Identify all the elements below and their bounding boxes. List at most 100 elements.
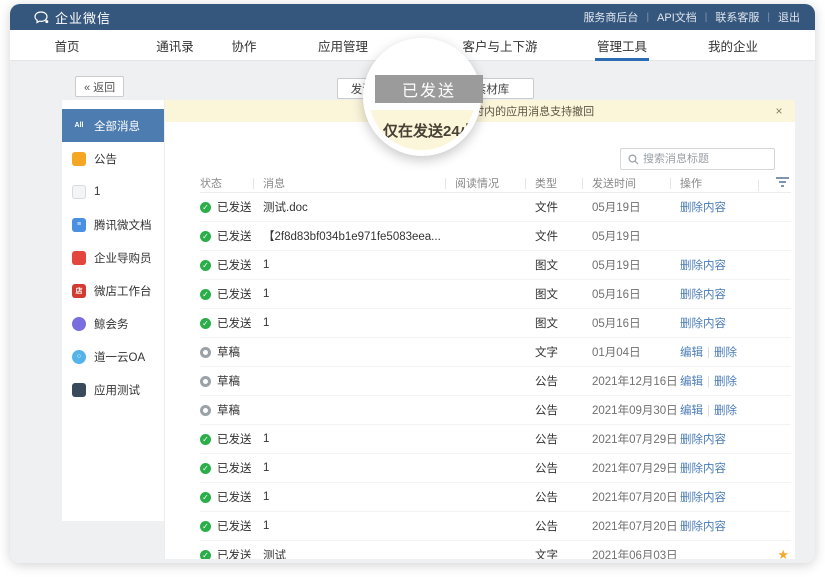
action-delete[interactable]: 删除 (714, 347, 737, 359)
cell-send-time: 01月04日 (592, 344, 680, 360)
cell-status: 已发送 (200, 460, 263, 476)
action-edit[interactable]: 编辑 (680, 405, 703, 417)
cell-send-time: 2021年06月03日 (592, 547, 680, 559)
star-icon[interactable]: ★ (777, 547, 789, 559)
cell-type: 文件 (535, 228, 592, 244)
action-delete-content[interactable]: 删除内容 (680, 434, 726, 446)
cell-send-time: 2021年07月20日 (592, 489, 680, 505)
contact-support-link[interactable]: 联系客服 (715, 9, 759, 25)
col-send-time: 发送时间 (592, 175, 680, 191)
brand-logo[interactable]: 企业微信 (34, 8, 111, 27)
tab-admin-tools[interactable]: 管理工具 (597, 30, 647, 61)
cell-type: 图文 (535, 257, 592, 273)
sent-check-icon (200, 231, 211, 242)
topbar: 企业微信 服务商后台|API文档|联系客服|退出 (10, 4, 815, 30)
action-delete-content[interactable]: 删除内容 (680, 463, 726, 475)
search-input[interactable] (643, 153, 774, 165)
filter-icon[interactable] (776, 177, 789, 190)
app-1-icon (72, 185, 86, 199)
cell-message: 1 (263, 259, 455, 271)
cell-actions: 删除内容 (680, 199, 768, 215)
cell-status: 已发送 (200, 286, 263, 302)
cell-status: 草稿 (200, 402, 263, 418)
cell-send-time: 2021年07月29日 (592, 460, 680, 476)
action-edit[interactable]: 编辑 (680, 347, 703, 359)
sidebar-item-app-test[interactable]: 应用测试 (62, 373, 164, 406)
action-delete-content[interactable]: 删除内容 (680, 318, 726, 330)
action-delete-content[interactable]: 删除内容 (680, 521, 726, 533)
weidian-icon: 店 (72, 284, 86, 298)
cell-send-time: 05月16日 (592, 286, 680, 302)
cell-type: 公告 (535, 489, 592, 505)
sent-check-icon (200, 463, 211, 474)
close-icon[interactable]: × (769, 104, 789, 118)
tab-collaboration[interactable]: 协作 (231, 30, 256, 61)
logout-link[interactable]: 退出 (778, 9, 800, 25)
provider-console-link[interactable]: 服务商后台 (583, 9, 638, 25)
action-delete-content[interactable]: 删除内容 (680, 260, 726, 272)
action-delete-content[interactable]: 删除内容 (680, 202, 726, 214)
action-delete-content[interactable]: 删除内容 (680, 289, 726, 301)
separator: | (707, 376, 710, 388)
cell-message: 测试 (263, 547, 455, 559)
sidebar-item-shopping-guide[interactable]: 企业导购员 (62, 241, 164, 274)
table-body: 已发送 测试.doc 文件 05月19日 删除内容 已发送 【2f8d83bf0… (200, 193, 791, 559)
cell-message: 测试.doc (263, 199, 455, 215)
table-row: 已发送 1 公告 2021年07月20日 删除内容 (200, 512, 791, 541)
cell-message: 1 (263, 520, 455, 532)
cell-message: 1 (263, 433, 455, 445)
sent-check-icon (200, 202, 211, 213)
col-type: 类型 (535, 175, 592, 191)
cell-extra: ★ (768, 547, 791, 559)
table-row: 已发送 1 图文 05月16日 删除内容 (200, 280, 791, 309)
table-row: 已发送 1 公告 2021年07月29日 删除内容 (200, 454, 791, 483)
cell-type: 公告 (535, 373, 592, 389)
main-card: All 全部消息 公告 1 ≡ 腾讯微文档 企业导购员 店 微店工作台 鲸会务 … (62, 100, 795, 559)
cell-status: 草稿 (200, 344, 263, 360)
cell-type: 公告 (535, 402, 592, 418)
sidebar-item-announcement[interactable]: 公告 (62, 142, 164, 175)
sidebar-item-tencent-docs[interactable]: ≡ 腾讯微文档 (62, 208, 164, 241)
cell-type: 文件 (535, 199, 592, 215)
separator: | (646, 12, 649, 23)
magnified-sent-button[interactable]: 已发送 (375, 75, 483, 103)
cell-status: 已发送 (200, 431, 263, 447)
table-row: 已发送 测试 文字 2021年06月03日 ★ (200, 541, 791, 559)
app-test-icon (72, 383, 86, 397)
tab-home[interactable]: 首页 (54, 30, 79, 61)
cell-status: 已发送 (200, 199, 263, 215)
app-window: 企业微信 服务商后台|API文档|联系客服|退出 首页 通讯录 协作 应用管理 … (10, 4, 815, 563)
table-row: 草稿 公告 2021年09月30日 编辑|删除 (200, 396, 791, 425)
back-button[interactable]: « 返回 (75, 76, 124, 97)
magnified-banner: 仅在发送24小时内的应用消息支持撤回 (369, 110, 475, 150)
action-delete-content[interactable]: 删除内容 (680, 492, 726, 504)
tab-customers[interactable]: 客户与上下游 (462, 30, 537, 61)
tab-app-management[interactable]: 应用管理 (318, 30, 368, 61)
cell-actions: 编辑|删除 (680, 344, 768, 360)
sidebar-item-app-1[interactable]: 1 (62, 175, 164, 208)
search-icon (628, 154, 639, 165)
sidebar-item-whale-meeting[interactable]: 鲸会务 (62, 307, 164, 340)
cell-message: 1 (263, 491, 455, 503)
sent-check-icon (200, 260, 211, 271)
sidebar-item-daoyi-cloud-oa[interactable]: ○ 道一云OA (62, 340, 164, 373)
whale-meeting-icon (72, 317, 86, 331)
sidebar-item-all-messages[interactable]: All 全部消息 (62, 109, 164, 142)
action-delete[interactable]: 删除 (714, 376, 737, 388)
cell-status: 已发送 (200, 257, 263, 273)
cell-status: 草稿 (200, 373, 263, 389)
tab-contacts[interactable]: 通讯录 (156, 30, 194, 61)
action-delete[interactable]: 删除 (714, 405, 737, 417)
cell-status: 已发送 (200, 518, 263, 534)
api-docs-link[interactable]: API文档 (657, 9, 697, 25)
announcement-icon (72, 152, 86, 166)
sidebar: All 全部消息 公告 1 ≡ 腾讯微文档 企业导购员 店 微店工作台 鲸会务 … (62, 100, 165, 559)
sent-check-icon (200, 550, 211, 560)
cell-send-time: 2021年12月16日 (592, 373, 680, 389)
col-actions: 操作 (680, 175, 768, 191)
action-edit[interactable]: 编辑 (680, 376, 703, 388)
cell-message: 1 (263, 288, 455, 300)
tab-my-company[interactable]: 我的企业 (708, 30, 758, 61)
sidebar-item-weidian[interactable]: 店 微店工作台 (62, 274, 164, 307)
cell-send-time: 2021年09月30日 (592, 402, 680, 418)
